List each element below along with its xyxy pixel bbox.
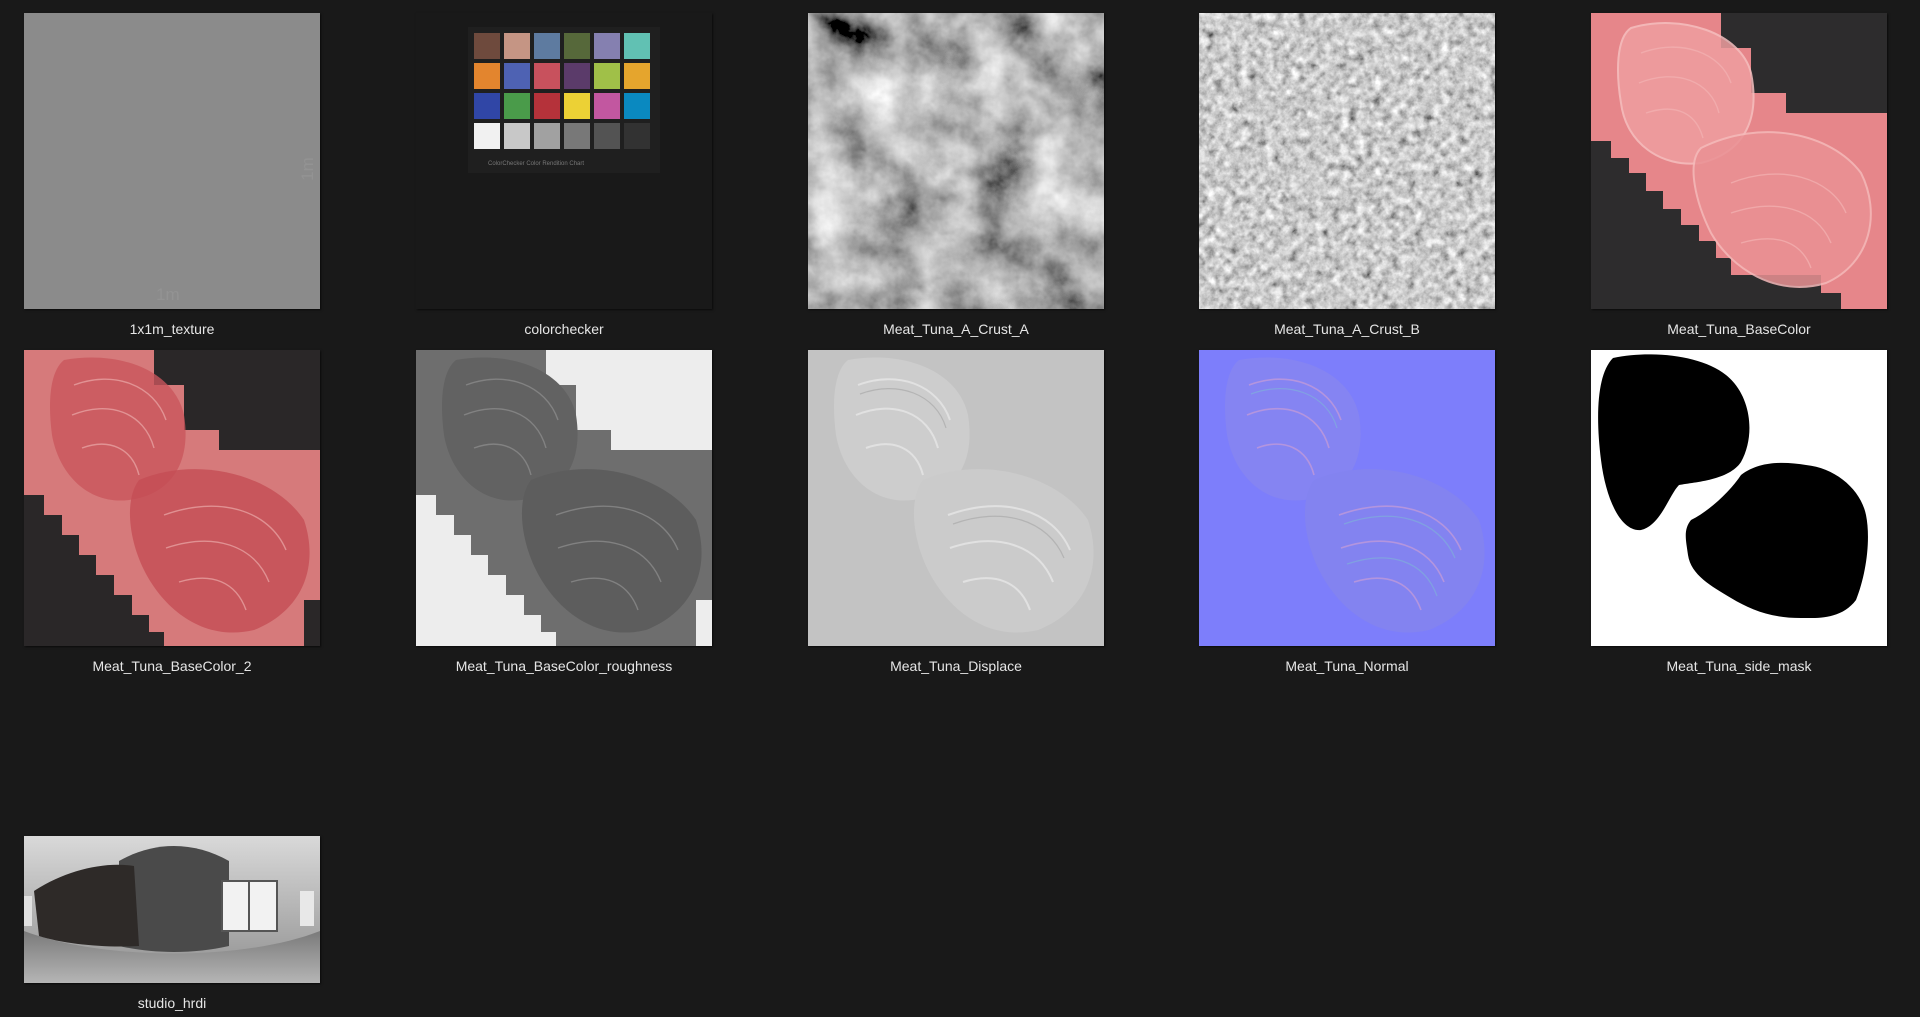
noise-texture-image bbox=[808, 13, 1104, 309]
tuna-basecolor-image bbox=[1591, 13, 1887, 309]
tuna-normal-image bbox=[1224, 357, 1485, 633]
colorchecker-swatch bbox=[564, 123, 590, 149]
file-label: Meat_Tuna_side_mask bbox=[1666, 658, 1812, 674]
thumbnail-colorchecker: ColorChecker Color Rendition Chart bbox=[416, 13, 712, 309]
tuna-displace-image bbox=[833, 357, 1094, 633]
file-item-basecolor-2[interactable]: Meat_Tuna_BaseColor_2 bbox=[24, 350, 320, 674]
colorchecker-swatch bbox=[594, 93, 620, 119]
file-item-crust-b[interactable]: Meat_Tuna_A_Crust_B bbox=[1199, 13, 1495, 337]
colorchecker-swatch bbox=[564, 63, 590, 89]
thumbnail-mark-bottom: 1m bbox=[156, 285, 180, 304]
file-label: studio_hrdi bbox=[137, 995, 207, 1011]
file-item-basecolor-roughness[interactable]: Meat_Tuna_BaseColor_roughness bbox=[416, 350, 712, 674]
thumbnail-side-mask bbox=[1591, 350, 1887, 646]
colorchecker-swatch bbox=[534, 33, 560, 59]
file-item-normal[interactable]: Meat_Tuna_Normal bbox=[1199, 350, 1495, 674]
colorchecker-swatch bbox=[624, 63, 650, 89]
colorchecker-swatch bbox=[474, 93, 500, 119]
colorchecker-swatch bbox=[534, 63, 560, 89]
colorchecker-swatch bbox=[594, 123, 620, 149]
colorchecker-swatch bbox=[594, 63, 620, 89]
file-label: Meat_Tuna_BaseColor bbox=[1667, 321, 1811, 337]
hdri-panorama-image bbox=[24, 836, 320, 983]
thumbnail-mark-right: 1m bbox=[297, 157, 317, 181]
colorchecker-swatch bbox=[474, 63, 500, 89]
colorchecker-swatch bbox=[504, 63, 530, 89]
thumbnail-basecolor-roughness bbox=[416, 350, 712, 646]
colorchecker-swatch bbox=[624, 93, 650, 119]
thumbnail-basecolor bbox=[1591, 13, 1887, 309]
colorchecker-swatch bbox=[624, 33, 650, 59]
file-item-1x1m-texture[interactable]: 1m 1m 1x1m_texture bbox=[24, 13, 320, 337]
file-label: Meat_Tuna_Displace bbox=[890, 658, 1022, 674]
file-label: Meat_Tuna_A_Crust_B bbox=[1274, 321, 1420, 337]
file-item-displace[interactable]: Meat_Tuna_Displace bbox=[808, 350, 1104, 674]
colorchecker-swatch bbox=[474, 33, 500, 59]
file-item-colorchecker[interactable]: ColorChecker Color Rendition Chart color… bbox=[416, 13, 712, 337]
thumbnail-crust-a bbox=[808, 13, 1104, 309]
thumbnail-basecolor-2 bbox=[24, 350, 320, 646]
file-label: Meat_Tuna_BaseColor_roughness bbox=[455, 658, 673, 674]
colorchecker-swatch bbox=[624, 123, 650, 149]
noise-texture-image bbox=[1199, 13, 1495, 309]
colorchecker-card-text: ColorChecker Color Rendition Chart bbox=[488, 161, 585, 167]
thumbnail-studio-hrdi bbox=[24, 836, 320, 983]
tuna-basecolor-2-image bbox=[24, 350, 320, 646]
file-label: Meat_Tuna_A_Crust_A bbox=[883, 321, 1029, 337]
colorchecker-swatch bbox=[504, 123, 530, 149]
colorchecker-swatch-grid bbox=[474, 33, 650, 149]
tuna-mask-image bbox=[1598, 354, 1868, 619]
file-label: Meat_Tuna_BaseColor_2 bbox=[92, 658, 252, 674]
thumbnail-displace bbox=[808, 350, 1104, 646]
thumbnail-crust-b bbox=[1199, 13, 1495, 309]
thumbnail-1x1m-texture: 1m 1m bbox=[24, 13, 320, 309]
colorchecker-swatch bbox=[504, 93, 530, 119]
file-label: colorchecker bbox=[524, 321, 604, 337]
colorchecker-swatch bbox=[564, 93, 590, 119]
colorchecker-swatch bbox=[534, 93, 560, 119]
colorchecker-swatch bbox=[474, 123, 500, 149]
colorchecker-swatch bbox=[534, 123, 560, 149]
colorchecker-swatch bbox=[564, 33, 590, 59]
file-item-side-mask[interactable]: Meat_Tuna_side_mask bbox=[1591, 350, 1887, 674]
file-item-basecolor[interactable]: Meat_Tuna_BaseColor bbox=[1591, 13, 1887, 337]
colorchecker-card: ColorChecker Color Rendition Chart bbox=[468, 27, 660, 173]
thumbnail-normal bbox=[1199, 350, 1495, 646]
colorchecker-swatch bbox=[504, 33, 530, 59]
tuna-roughness-image bbox=[416, 350, 712, 646]
file-item-studio-hrdi[interactable]: studio_hrdi bbox=[24, 836, 320, 1011]
colorchecker-swatch bbox=[594, 33, 620, 59]
file-label: 1x1m_texture bbox=[129, 321, 215, 337]
file-label: Meat_Tuna_Normal bbox=[1285, 658, 1409, 674]
file-item-crust-a[interactable]: Meat_Tuna_A_Crust_A bbox=[808, 13, 1104, 337]
